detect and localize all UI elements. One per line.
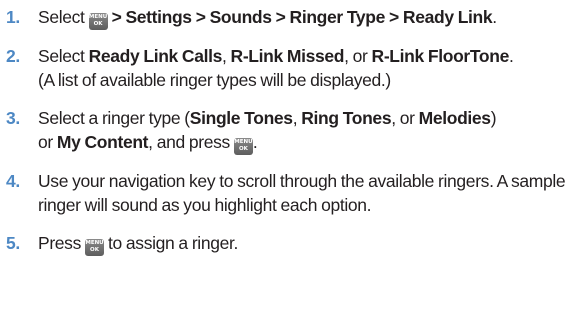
option-r-link-floortone: R-Link FloorTone [371,46,510,66]
step-number: 2. [6,46,20,66]
option-single-tones: Single Tones [189,108,293,128]
menu-ok-key-icon: MENU OK [85,239,104,256]
step-3: 3. Select a ringer type (Single Tones, R… [0,106,583,155]
step-note: (A list of available ringer types will b… [38,70,391,90]
step-1: 1. Select MENU OK > Settings > Sounds > R… [0,5,583,30]
step-number: 1. [6,7,20,27]
menu-path: > Settings > Sounds > Ringer Type > Read… [111,7,493,27]
instruction-steps: 1. Select MENU OK > Settings > Sounds > R… [0,0,583,256]
menu-ok-key-icon: MENU OK [233,138,253,155]
step-number: 3. [6,108,20,128]
step-text: Select [38,7,85,27]
step-number: 4. [6,171,20,191]
menu-ok-key-icon: MENU OK [88,13,108,30]
option-r-link-missed: R-Link Missed [230,46,345,66]
option-melodies: Melodies [418,108,491,128]
step-2: 2. Select Ready Link Calls, R-Link Misse… [6,46,514,90]
step-text: Use your navigation key to scroll throug… [38,171,566,215]
step-number: 5. [6,233,20,253]
step-4: 4. Use your navigation key to scroll thr… [0,169,583,217]
option-ring-tones: Ring Tones [301,108,392,128]
step-5: 5. Press MENU OK to assign a ringer. [0,231,583,256]
option-ready-link-calls: Ready Link Calls [88,46,223,66]
option-my-content: My Content [56,132,149,152]
